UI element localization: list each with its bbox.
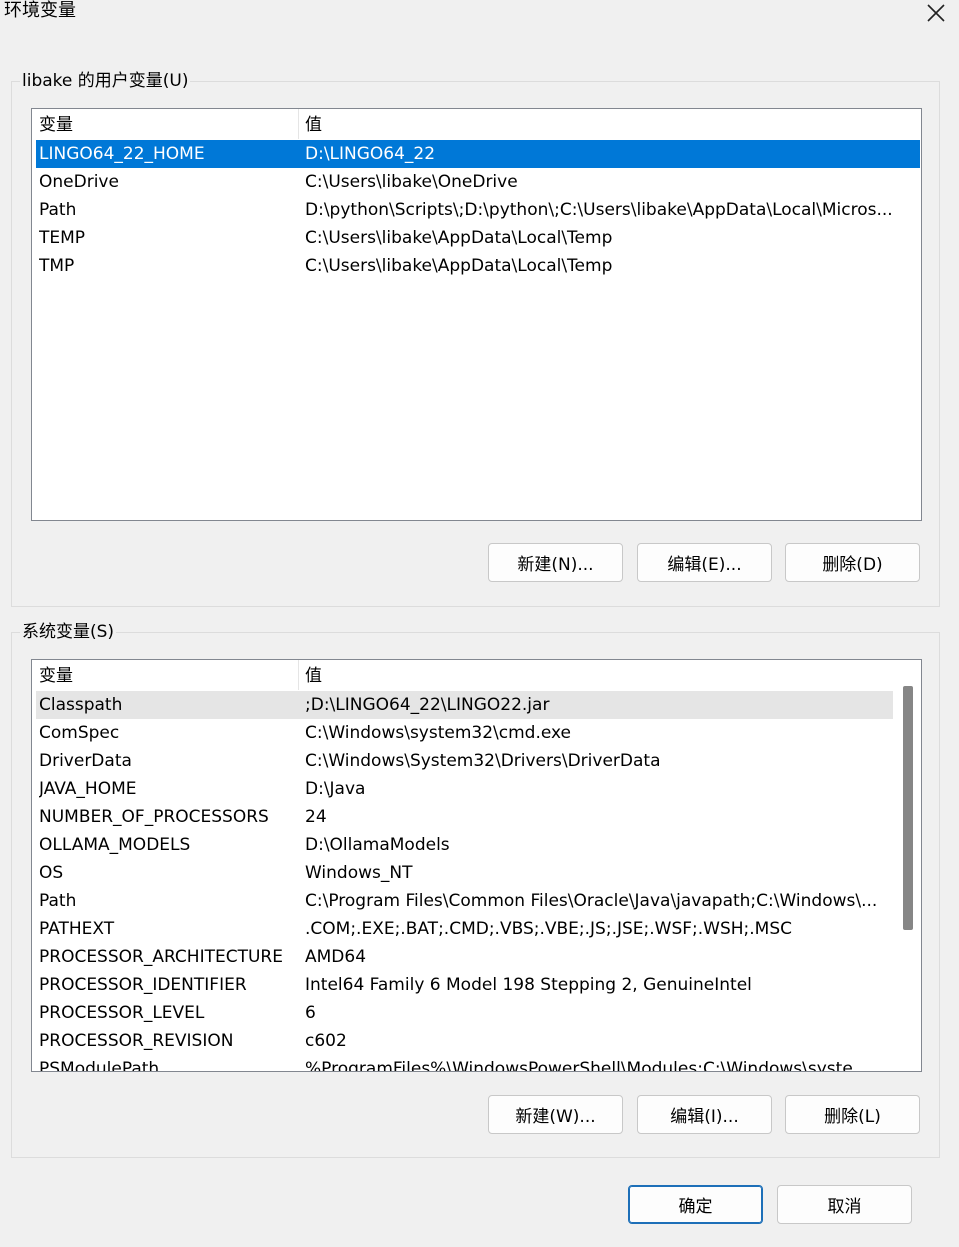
variable-name: TMP <box>39 256 75 276</box>
column-header-value[interactable]: 值 <box>298 660 322 690</box>
variable-name: Path <box>39 891 77 911</box>
variable-name: JAVA_HOME <box>39 779 137 799</box>
variable-value: C:\Windows\system32\cmd.exe <box>305 723 572 743</box>
user-variables-list[interactable]: 变量 值 LINGO64_22_HOME D:\LINGO64_22 OneDr… <box>31 108 922 521</box>
table-row[interactable]: LINGO64_22_HOME D:\LINGO64_22 <box>36 140 920 168</box>
window-title: 环境变量 <box>4 0 76 21</box>
table-row[interactable]: OneDrive C:\Users\libake\OneDrive <box>36 168 920 196</box>
variable-name: DriverData <box>39 751 132 771</box>
variable-value: AMD64 <box>305 947 367 967</box>
column-header-value[interactable]: 值 <box>298 109 322 139</box>
table-row[interactable]: Path C:\Program Files\Common Files\Oracl… <box>36 887 893 915</box>
table-row[interactable]: Classpath ;D:\LINGO64_22\LINGO22.jar <box>36 691 893 719</box>
variable-value: C:\Program Files\Common Files\Oracle\Jav… <box>305 891 878 911</box>
variable-value: Windows_NT <box>305 863 413 883</box>
variable-name: PROCESSOR_ARCHITECTURE <box>39 947 283 967</box>
system-variables-group-label: 系统变量(S) <box>20 621 117 643</box>
variable-value: %ProgramFiles%\WindowsPowerShell\Modules… <box>305 1059 869 1072</box>
variable-value: Intel64 Family 6 Model 198 Stepping 2, G… <box>305 975 752 995</box>
variable-value: D:\OllamaModels <box>305 835 450 855</box>
table-row[interactable]: PROCESSOR_ARCHITECTURE AMD64 <box>36 943 893 971</box>
table-row[interactable]: ComSpec C:\Windows\system32\cmd.exe <box>36 719 893 747</box>
system-variables-list[interactable]: 变量 值 Classpath ;D:\LINGO64_22\LINGO22.ja… <box>31 659 922 1072</box>
environment-variables-dialog: 环境变量 libake 的用户变量(U) 变量 值 LINGO64_22_HOM… <box>0 0 959 1247</box>
variable-value: D:\LINGO64_22 <box>305 144 436 164</box>
scrollbar-thumb[interactable] <box>903 686 913 930</box>
table-row[interactable]: JAVA_HOME D:\Java <box>36 775 893 803</box>
close-icon <box>927 4 945 22</box>
table-row[interactable]: DriverData C:\Windows\System32\Drivers\D… <box>36 747 893 775</box>
variable-name: PROCESSOR_IDENTIFIER <box>39 975 247 995</box>
user-variables-group-label: libake 的用户变量(U) <box>20 70 191 92</box>
variable-name: PATHEXT <box>39 919 115 939</box>
variable-name: LINGO64_22_HOME <box>39 144 205 164</box>
variable-name: PROCESSOR_LEVEL <box>39 1003 205 1023</box>
table-row[interactable]: TEMP C:\Users\libake\AppData\Local\Temp <box>36 224 920 252</box>
variable-value: D:\Java <box>305 779 366 799</box>
user-variables-list-header: 变量 值 <box>32 109 921 139</box>
variable-name: PSModulePath <box>39 1059 160 1072</box>
variable-name: Path <box>39 200 77 220</box>
table-row[interactable]: PSModulePath %ProgramFiles%\WindowsPower… <box>36 1055 893 1072</box>
variable-value: 24 <box>305 807 327 827</box>
table-row[interactable]: OS Windows_NT <box>36 859 893 887</box>
ok-button[interactable]: 确定 <box>628 1185 763 1224</box>
table-row[interactable]: PATHEXT .COM;.EXE;.BAT;.CMD;.VBS;.VBE;.J… <box>36 915 893 943</box>
variable-value: .COM;.EXE;.BAT;.CMD;.VBS;.VBE;.JS;.JSE;.… <box>305 919 793 939</box>
table-row[interactable]: PROCESSOR_IDENTIFIER Intel64 Family 6 Mo… <box>36 971 893 999</box>
variable-value: ;D:\LINGO64_22\LINGO22.jar <box>305 695 550 715</box>
system-new-button[interactable]: 新建(W)... <box>488 1095 623 1134</box>
system-edit-button[interactable]: 编辑(I)... <box>637 1095 772 1134</box>
variable-name: Classpath <box>39 695 123 715</box>
close-button[interactable] <box>913 0 959 26</box>
table-row[interactable]: PROCESSOR_LEVEL 6 <box>36 999 893 1027</box>
table-row[interactable]: TMP C:\Users\libake\AppData\Local\Temp <box>36 252 920 280</box>
variable-name: OneDrive <box>39 172 119 192</box>
variable-value: C:\Users\libake\AppData\Local\Temp <box>305 228 613 248</box>
column-header-name[interactable]: 变量 <box>32 660 298 690</box>
variable-name: ComSpec <box>39 723 120 743</box>
user-delete-button[interactable]: 删除(D) <box>785 543 920 582</box>
variable-name: PROCESSOR_REVISION <box>39 1031 234 1051</box>
vertical-scrollbar[interactable] <box>895 660 921 1071</box>
variable-value: D:\python\Scripts\;D:\python\;C:\Users\l… <box>305 200 893 220</box>
variable-name: OLLAMA_MODELS <box>39 835 191 855</box>
variable-name: TEMP <box>39 228 86 248</box>
system-delete-button[interactable]: 删除(L) <box>785 1095 920 1134</box>
table-row[interactable]: OLLAMA_MODELS D:\OllamaModels <box>36 831 893 859</box>
title-bar: 环境变量 <box>0 0 959 32</box>
user-edit-button[interactable]: 编辑(E)... <box>637 543 772 582</box>
system-variables-list-header: 变量 值 <box>32 660 895 690</box>
variable-value: C:\Windows\System32\Drivers\DriverData <box>305 751 661 771</box>
variable-value: 6 <box>305 1003 316 1023</box>
user-new-button[interactable]: 新建(N)... <box>488 543 623 582</box>
table-row[interactable]: Path D:\python\Scripts\;D:\python\;C:\Us… <box>36 196 920 224</box>
table-row[interactable]: NUMBER_OF_PROCESSORS 24 <box>36 803 893 831</box>
variable-value: c602 <box>305 1031 347 1051</box>
variable-name: NUMBER_OF_PROCESSORS <box>39 807 269 827</box>
cancel-button[interactable]: 取消 <box>777 1185 912 1224</box>
column-header-name[interactable]: 变量 <box>32 109 298 139</box>
variable-value: C:\Users\libake\OneDrive <box>305 172 518 192</box>
variable-name: OS <box>39 863 64 883</box>
variable-value: C:\Users\libake\AppData\Local\Temp <box>305 256 613 276</box>
table-row[interactable]: PROCESSOR_REVISION c602 <box>36 1027 893 1055</box>
